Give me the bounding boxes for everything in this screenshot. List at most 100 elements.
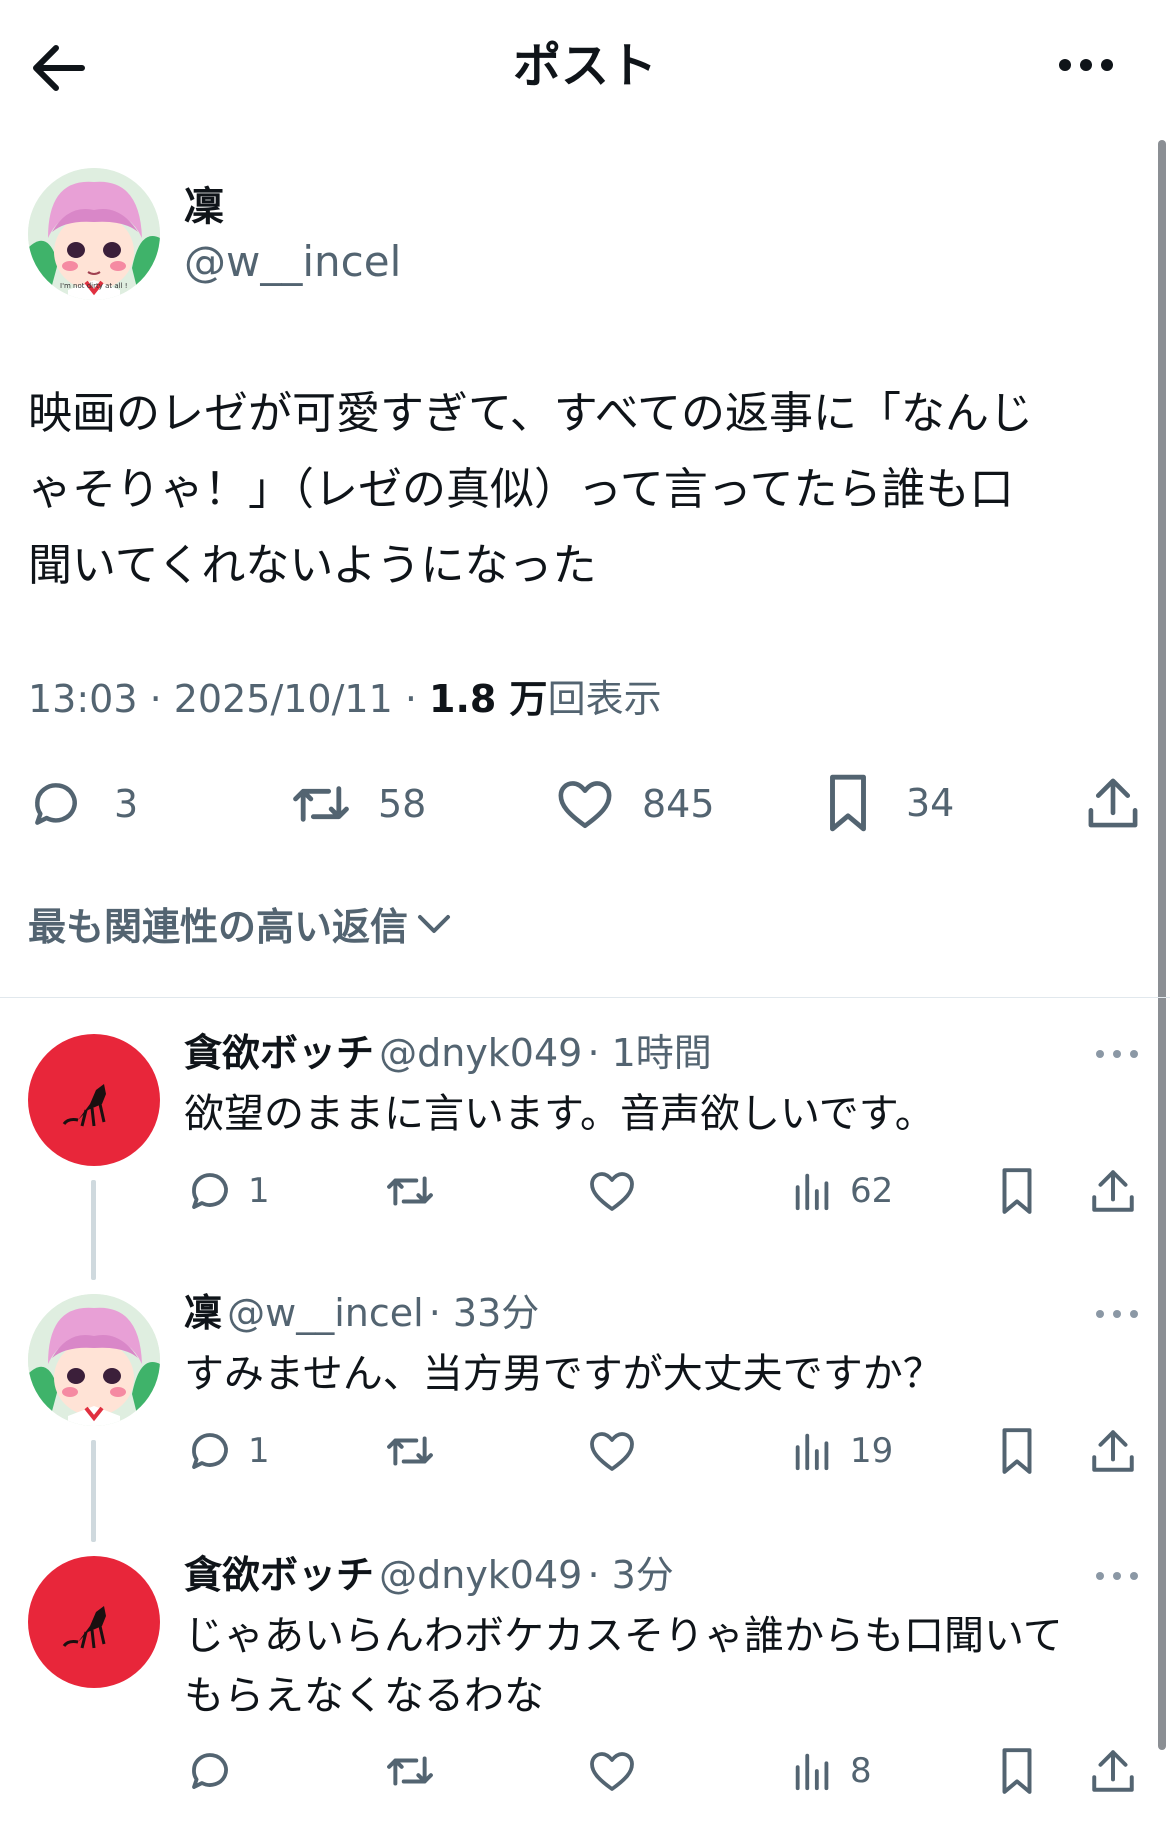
reply-author-name[interactable]: 貪欲ボッチ (184, 1553, 374, 1597)
views-count: 8 (850, 1751, 872, 1791)
repost-icon (293, 786, 349, 822)
more-options-button[interactable] (1050, 50, 1120, 80)
reply-author-name[interactable]: 凜 (184, 1291, 222, 1335)
like-icon (590, 1432, 634, 1471)
like-icon (590, 1172, 634, 1211)
like-button[interactable]: 845 (556, 776, 756, 832)
more-icon (1059, 59, 1113, 71)
reply-button[interactable]: 1 (186, 1426, 270, 1476)
reply-text-line: じゃあいらんわボケカスそりゃ誰からも口聞いて (184, 1613, 1063, 1659)
views-icon (795, 1753, 829, 1791)
reply-button[interactable] (186, 1746, 248, 1796)
reply-text: 欲望のままに言います。音声欲しいです。 (184, 1084, 935, 1144)
bookmark-icon (830, 774, 866, 832)
reply-text: すみません、当方男ですが大丈夫ですか？ (184, 1344, 943, 1404)
bookmark-icon (1002, 1168, 1032, 1214)
reply-icon (192, 1753, 228, 1789)
views-count: 19 (850, 1431, 894, 1471)
reply-count: 1 (248, 1431, 270, 1471)
bookmark-button[interactable] (996, 1166, 1038, 1216)
post-text-line: 映画のレゼが可愛すぎて、すべての返事に「なんじ (28, 388, 1033, 439)
reply-author-handle[interactable]: @dnyk049 (379, 1553, 582, 1597)
share-icon (1092, 1430, 1134, 1472)
share-icon (1088, 778, 1138, 828)
bookmark-icon (1002, 1428, 1032, 1474)
heart-icon (558, 781, 612, 829)
reply-text: じゃあいらんわボケカスそりゃ誰からも口聞いて もらえなくなるわな (184, 1606, 1063, 1726)
reply-time[interactable]: · 33分 (429, 1291, 540, 1335)
reply-text-line: 欲望のままに言います。音声欲しいです。 (184, 1091, 935, 1137)
views-icon (795, 1433, 829, 1471)
more-icon (1096, 1050, 1138, 1058)
divider (0, 997, 1170, 998)
reply-time[interactable]: · 1時間 (587, 1031, 711, 1075)
share-button[interactable] (1090, 1746, 1136, 1796)
bookmark-button[interactable] (996, 1746, 1038, 1796)
view-label: 回表示 (547, 677, 662, 721)
avatar[interactable] (28, 1294, 160, 1426)
reply-more-button[interactable] (1094, 1564, 1140, 1588)
scrollbar[interactable] (1158, 140, 1166, 1750)
like-count: 845 (642, 782, 715, 826)
reply-author-handle[interactable]: @dnyk049 (379, 1031, 582, 1075)
reply-header: 貪欲ボッチ @dnyk049 · 1時間 (184, 1028, 712, 1086)
repost-button[interactable] (384, 1746, 436, 1796)
reply-count: 1 (248, 1171, 270, 1211)
bookmark-count: 34 (906, 781, 955, 825)
reply-button[interactable]: 3 (28, 776, 228, 832)
repost-button[interactable] (384, 1166, 436, 1216)
views-button[interactable]: 19 (790, 1426, 893, 1476)
thread-line (91, 1440, 96, 1542)
repost-button[interactable]: 58 (290, 776, 490, 832)
post-text-line: ゃそりゃ！」（レゼの真似）って言ってたら誰も口 (28, 464, 1014, 515)
reply-author-name[interactable]: 貪欲ボッチ (184, 1031, 374, 1075)
author-name[interactable]: 凜 (184, 182, 224, 232)
reply-count: 3 (114, 782, 139, 826)
more-icon (1096, 1572, 1138, 1580)
reply-icon (192, 1433, 228, 1469)
post-meta: 13:03 · 2025/10/11 · 1.8 万回表示 (28, 674, 662, 724)
like-button[interactable] (588, 1426, 636, 1476)
like-icon (590, 1752, 634, 1791)
repost-button[interactable] (384, 1426, 436, 1476)
avatar[interactable] (28, 1034, 160, 1166)
reply-header: 凜 @w__incel · 33分 (184, 1288, 539, 1346)
repost-icon (387, 1756, 433, 1786)
repost-count: 58 (378, 782, 427, 826)
views-button[interactable]: 8 (790, 1746, 872, 1796)
avatar[interactable] (28, 1556, 160, 1688)
page-title: ポスト (512, 38, 657, 94)
share-button[interactable] (1090, 1166, 1136, 1216)
reply-header: 貪欲ボッチ @dnyk049 · 3分 (184, 1550, 674, 1608)
bookmark-icon (1002, 1748, 1032, 1794)
share-icon (1092, 1170, 1134, 1212)
reply-text-line: すみません、当方男ですが大丈夫ですか？ (184, 1351, 943, 1397)
reply-more-button[interactable] (1094, 1302, 1140, 1326)
bookmark-button[interactable] (996, 1426, 1038, 1476)
like-button[interactable] (588, 1166, 636, 1216)
post-text-line: 聞いてくれないようになった (28, 540, 597, 591)
share-button[interactable] (1086, 772, 1140, 834)
post-text: 映画のレゼが可愛すぎて、すべての返事に「なんじ ゃそりゃ！」（レゼの真似）って言… (28, 376, 1148, 604)
views-button[interactable]: 62 (790, 1166, 893, 1216)
share-button[interactable] (1090, 1426, 1136, 1476)
thread-line (91, 1180, 96, 1280)
view-count: 1.8 万 (429, 677, 548, 721)
chevron-down-icon (418, 914, 451, 933)
avatar[interactable]: I'm not dirty at all ! (28, 168, 160, 300)
reply-time[interactable]: · 3分 (587, 1553, 673, 1597)
reply-sort-label: 最も関連性の高い返信 (28, 905, 409, 949)
author-handle[interactable]: @w__incel (184, 235, 401, 289)
reply-sort-selector[interactable]: 最も関連性の高い返信 (28, 896, 454, 951)
reply-icon (192, 1173, 228, 1209)
post-timestamp[interactable]: 13:03 · 2025/10/11 · (28, 677, 429, 721)
reply-button[interactable]: 1 (186, 1166, 270, 1216)
reply-author-handle[interactable]: @w__incel (227, 1291, 424, 1335)
more-icon (1096, 1310, 1138, 1318)
like-button[interactable] (588, 1746, 636, 1796)
views-count: 62 (850, 1171, 894, 1211)
repost-icon (387, 1436, 433, 1466)
bookmark-button[interactable]: 34 (822, 772, 1002, 834)
reply-more-button[interactable] (1094, 1042, 1140, 1066)
reply-icon (35, 783, 77, 825)
